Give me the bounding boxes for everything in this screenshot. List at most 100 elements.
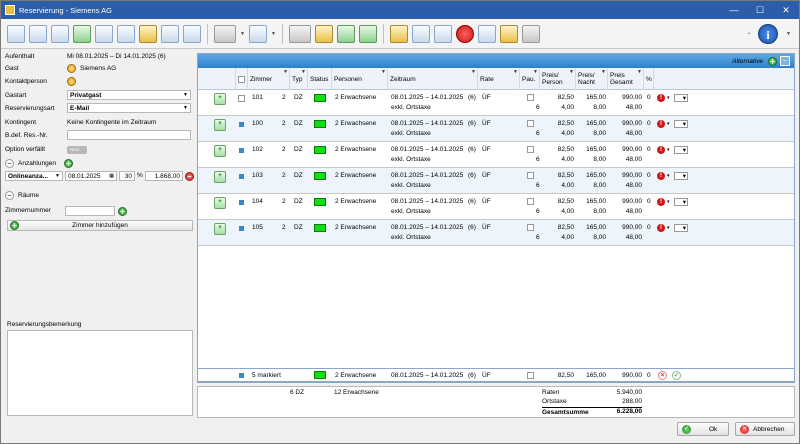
pauschale-checkbox[interactable] <box>527 224 534 231</box>
warning-icon[interactable]: ! <box>657 146 665 154</box>
chevron-down-icon[interactable]: ▾ <box>667 172 670 180</box>
price-person[interactable]: 82,50 <box>540 120 574 128</box>
minimize-button[interactable]: — <box>721 1 747 19</box>
add-row-icon[interactable]: + <box>214 223 226 235</box>
delete-doc-icon[interactable] <box>51 24 69 43</box>
pauschale-checkbox[interactable] <box>527 146 534 153</box>
price-total[interactable]: 990,00 <box>608 198 642 206</box>
confirm-icon[interactable]: ✓ <box>672 371 681 380</box>
pauschale-checkbox[interactable] <box>527 198 534 205</box>
copy-icon[interactable] <box>29 24 47 43</box>
row-select[interactable]: ▾ <box>674 224 688 232</box>
price-night[interactable]: 165,00 <box>576 146 606 154</box>
save-icon[interactable] <box>7 24 25 43</box>
discount-percent[interactable]: 0 <box>647 224 651 232</box>
price-total[interactable]: 990,00 <box>608 94 642 102</box>
warning-icon[interactable]: ! <box>657 94 665 102</box>
add-alternative-icon[interactable]: + <box>768 56 777 66</box>
header-select-all[interactable] <box>236 68 248 90</box>
pauschale-checkbox[interactable] <box>527 120 534 127</box>
price-night[interactable]: 165,00 <box>576 198 606 206</box>
chevron-down-icon[interactable]: ▾ <box>667 198 670 206</box>
header-preis-person[interactable]: Preis/ Person ▼ <box>540 68 576 90</box>
basket-icon[interactable] <box>433 24 452 43</box>
warning-icon[interactable]: ! <box>657 120 665 128</box>
warning-icon[interactable]: ! <box>657 198 665 206</box>
bed-icon[interactable] <box>288 24 311 43</box>
add-row-icon[interactable]: + <box>214 145 226 157</box>
checkbox[interactable] <box>238 95 245 102</box>
edit-icon[interactable] <box>161 24 179 43</box>
bemerkung-textarea[interactable] <box>7 330 193 416</box>
date-range[interactable]: 08.01.2025 – 14.01.2025 <box>391 198 463 206</box>
bdef-input[interactable] <box>67 130 191 140</box>
chevron-down-icon[interactable]: ▼ <box>240 31 245 37</box>
room-select-icon[interactable] <box>358 24 377 43</box>
table-row[interactable]: +103 2 DZ 2 Erwachsene 08.01.2025 – 14.01.20… <box>198 168 794 194</box>
price-night[interactable]: 165,00 <box>576 224 606 232</box>
zimmer-add-button[interactable]: + Zimmer hinzufügen <box>7 220 193 231</box>
row-select[interactable]: ▾ <box>674 120 688 128</box>
new-doc-icon[interactable] <box>117 24 135 43</box>
checkbox[interactable] <box>238 75 245 83</box>
table-row[interactable]: +102 2 DZ 2 Erwachsene 08.01.2025 – 14.01.20… <box>198 142 794 168</box>
anzahlung-percent[interactable]: 30 <box>119 171 135 181</box>
row-select[interactable]: ▾ <box>674 172 688 180</box>
date-range[interactable]: 08.01.2025 – 14.01.2025 <box>391 224 463 232</box>
pauschale-checkbox[interactable] <box>527 94 534 101</box>
discount-percent[interactable]: 0 <box>647 172 651 180</box>
date-range[interactable]: 08.01.2025 – 14.01.2025 <box>391 172 463 180</box>
rate[interactable]: ÜF <box>482 120 491 128</box>
row-select[interactable]: ▾ <box>674 198 688 206</box>
chevron-down-icon[interactable]: ▼ <box>271 31 276 37</box>
add-page-icon[interactable] <box>389 24 408 43</box>
rate[interactable]: ÜF <box>482 146 491 154</box>
flag-icon[interactable] <box>499 24 518 43</box>
price-total[interactable]: 990,00 <box>608 146 642 154</box>
add-icon[interactable]: + <box>118 207 127 216</box>
row-select[interactable]: ▾ <box>674 94 688 102</box>
pauschale-checkbox[interactable] <box>527 172 534 179</box>
chevron-down-icon[interactable]: ▾ <box>667 146 670 154</box>
discount-percent[interactable]: 0 <box>647 94 651 102</box>
info-icon[interactable]: i <box>758 24 779 44</box>
gast-value[interactable]: Siemens AG <box>80 65 116 72</box>
stop-icon[interactable] <box>455 24 474 43</box>
anzahlung-type-select[interactable]: Onlineanza... ▼ <box>5 171 63 181</box>
header-rate[interactable]: Rate ▼ <box>478 68 520 90</box>
guests-icon[interactable] <box>73 24 91 43</box>
row-select[interactable]: ▾ <box>674 146 688 154</box>
footer-checkbox[interactable] <box>527 372 534 379</box>
header-pauschale[interactable]: Pau. ▼ <box>520 68 540 90</box>
table-row[interactable]: +100 2 DZ 2 Erwachsene 08.01.2025 – 14.01.20… <box>198 116 794 142</box>
card-icon[interactable] <box>95 24 113 43</box>
table-icon[interactable] <box>248 24 267 43</box>
anzahlung-amount[interactable]: 1.868,00 <box>145 171 183 181</box>
discount-percent[interactable]: 0 <box>647 120 651 128</box>
date-range[interactable]: 08.01.2025 – 14.01.2025 <box>391 120 463 128</box>
table-row[interactable]: +104 2 DZ 2 Erwachsene 08.01.2025 – 14.01.20… <box>198 194 794 220</box>
rate[interactable]: ÜF <box>482 224 491 232</box>
collapse-grid-icon[interactable]: – <box>780 56 790 66</box>
warning-icon[interactable]: ! <box>657 224 665 232</box>
header-zeitraum[interactable]: Zeitraum ▼ <box>388 68 478 90</box>
settings-icon[interactable] <box>214 24 236 43</box>
aufenthalt-value[interactable]: Mi 08.01.2025 – Di 14.01.2025 (6) <box>67 53 166 60</box>
discount-percent[interactable]: 0 <box>647 198 651 206</box>
price-night[interactable]: 165,00 <box>576 120 606 128</box>
folder-icon[interactable] <box>314 24 333 43</box>
header-zimmer[interactable]: Zimmer ▼ <box>248 68 290 90</box>
add-row-icon[interactable]: + <box>214 93 226 105</box>
table-row[interactable]: +105 2 DZ 2 Erwachsene 08.01.2025 – 14.01.20… <box>198 220 794 246</box>
add-icon[interactable]: + <box>63 159 73 168</box>
maximize-button[interactable]: ☐ <box>747 1 773 19</box>
option-toggle[interactable]: Nein <box>67 145 87 154</box>
smiley-icon[interactable] <box>67 64 76 73</box>
group-icon[interactable] <box>336 24 355 43</box>
price-person[interactable]: 82,50 <box>540 198 574 206</box>
price-total[interactable]: 990,00 <box>608 172 642 180</box>
arrow-icon[interactable] <box>521 24 540 43</box>
price-total[interactable]: 990,00 <box>608 224 642 232</box>
zimmernummer-input[interactable] <box>65 206 115 216</box>
header-status[interactable]: Status <box>308 68 332 90</box>
